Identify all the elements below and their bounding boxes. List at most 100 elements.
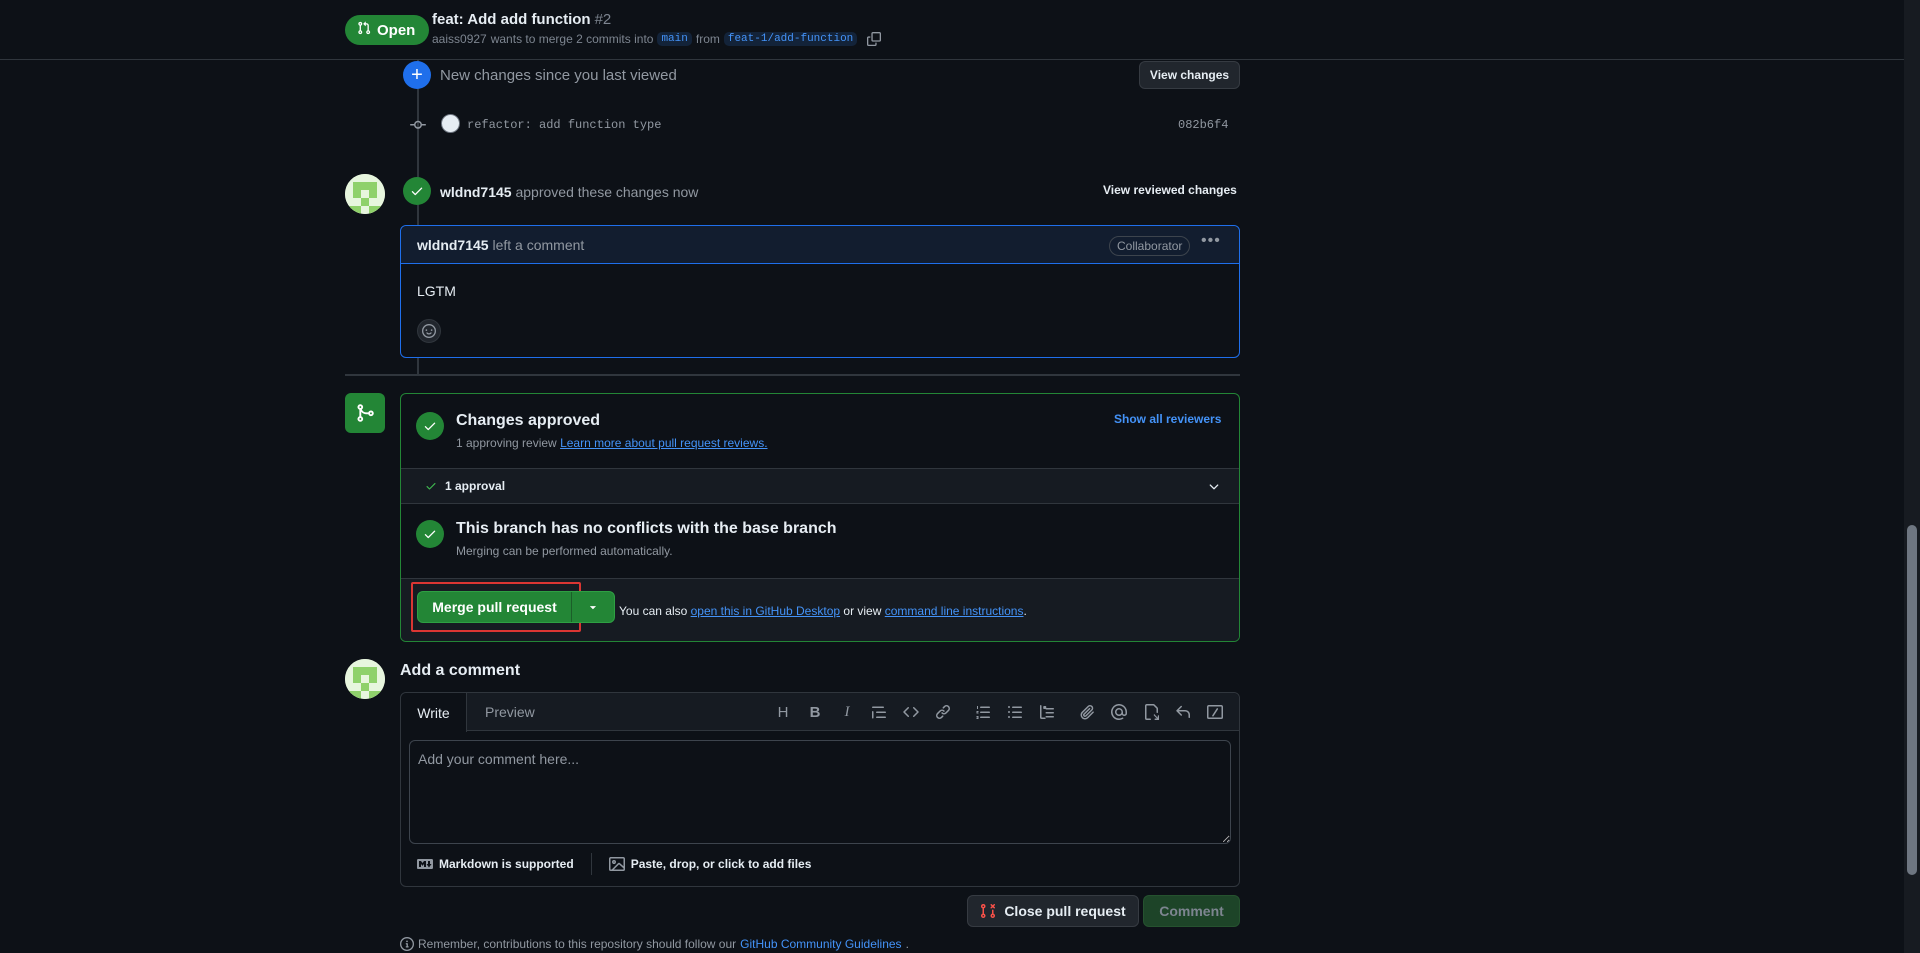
check-icon <box>426 483 436 490</box>
approvals-toggle[interactable]: 1 approval <box>401 468 1239 504</box>
show-all-reviewers-button[interactable]: Show all reviewers <box>1114 412 1221 426</box>
merge-pull-request-button[interactable]: Merge pull request <box>418 592 572 622</box>
close-pull-request-button[interactable]: Close pull request <box>967 895 1139 927</box>
markdown-label: Markdown is supported <box>439 857 574 871</box>
merge-help-text: You can also open this in GitHub Desktop… <box>619 604 1027 618</box>
italic-icon[interactable]: I <box>831 701 863 723</box>
approval-count: 1 approval <box>425 479 505 493</box>
pr-author[interactable]: aaiss0927 <box>432 32 487 46</box>
pr-number: #2 <box>594 11 612 28</box>
head-branch[interactable]: feat-1/add-function <box>723 32 858 46</box>
code-icon[interactable] <box>895 701 927 723</box>
ordered-list-icon[interactable] <box>967 701 999 723</box>
task-list-icon[interactable] <box>1031 701 1063 723</box>
commit-author-avatar[interactable] <box>441 114 460 133</box>
info-icon <box>400 937 414 951</box>
scrollbar-thumb[interactable] <box>1907 525 1917 875</box>
comment-author[interactable]: wldnd7145 <box>417 237 489 253</box>
footer-divider <box>590 853 592 875</box>
no-conflicts-subtitle: Merging can be performed automatically. <box>456 544 673 558</box>
no-conflicts-title: This branch has no conflicts with the ba… <box>456 520 837 537</box>
editor-footer: Markdown is supported Paste, drop, or cl… <box>417 853 811 875</box>
merge-method-dropdown[interactable] <box>572 592 614 622</box>
link-icon[interactable] <box>927 701 959 723</box>
bold-icon[interactable]: B <box>799 701 831 723</box>
merge-button-group: Merge pull request <box>417 591 615 623</box>
quote-icon[interactable] <box>863 701 895 723</box>
timeline-line <box>417 358 419 374</box>
markdown-toolbar: H B I <box>767 701 1231 723</box>
check-circle-icon <box>416 520 444 548</box>
markdown-supported-link[interactable]: Markdown is supported <box>417 856 574 872</box>
review-action: approved these changes now <box>515 184 699 200</box>
new-changes-label: New changes since you last viewed <box>440 67 677 84</box>
comment-author-line: wldnd7145 left a comment <box>417 237 584 253</box>
comment-button[interactable]: Comment <box>1143 895 1240 927</box>
changes-approved-title: Changes approved <box>456 412 601 429</box>
approved-subtitle: 1 approving review Learn more about pull… <box>456 436 768 450</box>
pr-title-text: feat: Add add function <box>432 11 591 28</box>
merge-text: wants to merge 2 commits into <box>490 32 654 46</box>
smiley-icon[interactable] <box>417 319 441 343</box>
pr-meta: aaiss0927 wants to merge 2 commits into … <box>432 32 882 46</box>
commit-icon <box>409 117 427 133</box>
commit-sha[interactable]: 082b6f4 <box>1178 118 1228 132</box>
merge-box: Changes approved 1 approving review Lear… <box>400 393 1240 642</box>
attach-files-button[interactable]: Paste, drop, or click to add files <box>608 856 812 872</box>
close-pull-request-label: Close pull request <box>1004 903 1126 919</box>
review-comment: wldnd7145 left a comment Collaborator ••… <box>400 225 1240 358</box>
commit-message[interactable]: refactor: add function type <box>467 118 661 132</box>
git-merge-icon <box>345 393 385 433</box>
view-reviewed-changes-button[interactable]: View reviewed changes <box>1103 183 1237 197</box>
pull-request-icon <box>357 21 371 39</box>
timeline-divider <box>345 374 1240 376</box>
markdown-icon <box>417 859 433 869</box>
pr-title: feat: Add add function #2 <box>432 11 611 28</box>
learn-more-link[interactable]: Learn more about pull request reviews. <box>560 436 767 450</box>
comment-action: left a comment <box>492 237 585 253</box>
merge-footer: Merge pull request You can also open thi… <box>401 578 1239 641</box>
add-comment-heading: Add a comment <box>400 662 521 679</box>
base-branch[interactable]: main <box>657 32 692 46</box>
chevron-down-icon[interactable] <box>1207 480 1221 497</box>
triangle-down-icon <box>589 606 596 610</box>
avatar[interactable] <box>345 174 385 214</box>
tab-write[interactable]: Write <box>401 693 467 732</box>
page-scrollbar[interactable] <box>1904 0 1920 953</box>
check-icon <box>403 177 431 205</box>
from-text: from <box>695 32 720 46</box>
github-desktop-link[interactable]: open this in GitHub Desktop <box>691 604 840 618</box>
paperclip-icon[interactable] <box>1071 701 1103 723</box>
comment-body: LGTM <box>417 283 456 299</box>
approval-count-label: 1 approval <box>445 479 506 493</box>
slash-command-icon[interactable] <box>1199 701 1231 723</box>
cross-reference-icon[interactable] <box>1135 701 1167 723</box>
community-guidelines-link[interactable]: GitHub Community Guidelines <box>740 937 901 951</box>
avatar[interactable] <box>345 659 385 699</box>
plus-icon: + <box>403 61 431 89</box>
mention-icon[interactable] <box>1103 701 1135 723</box>
check-circle-icon <box>416 412 444 440</box>
reviewer-name[interactable]: wldnd7145 <box>440 184 512 200</box>
tab-preview[interactable]: Preview <box>485 704 535 720</box>
view-changes-button[interactable]: View changes <box>1139 61 1240 89</box>
sticky-header: Open feat: Add add function #2 aaiss0927 … <box>0 0 1904 60</box>
comment-editor: Write Preview H B I Add your comment her… <box>400 692 1240 887</box>
review-event: wldnd7145 approved these changes now <box>440 184 698 200</box>
guidelines-prefix: Remember, contributions to this reposito… <box>418 937 737 951</box>
approving-review-count: 1 approving review <box>456 436 557 450</box>
unordered-list-icon[interactable] <box>999 701 1031 723</box>
attach-label: Paste, drop, or click to add files <box>630 857 812 871</box>
copy-icon[interactable] <box>867 32 882 46</box>
reply-icon[interactable] <box>1167 701 1199 723</box>
command-line-link[interactable]: command line instructions <box>885 604 1024 618</box>
kebab-menu-icon[interactable]: ••• <box>1201 232 1221 250</box>
status-label: Open <box>377 21 416 39</box>
heading-icon[interactable]: H <box>767 701 799 723</box>
help-mid: or view <box>843 604 882 618</box>
comment-textarea[interactable] <box>409 740 1231 844</box>
community-guidelines-note: Remember, contributions to this reposito… <box>400 937 909 951</box>
help-suffix: . <box>1023 604 1027 618</box>
git-pull-request-closed-icon <box>981 903 996 919</box>
image-icon <box>608 857 625 871</box>
